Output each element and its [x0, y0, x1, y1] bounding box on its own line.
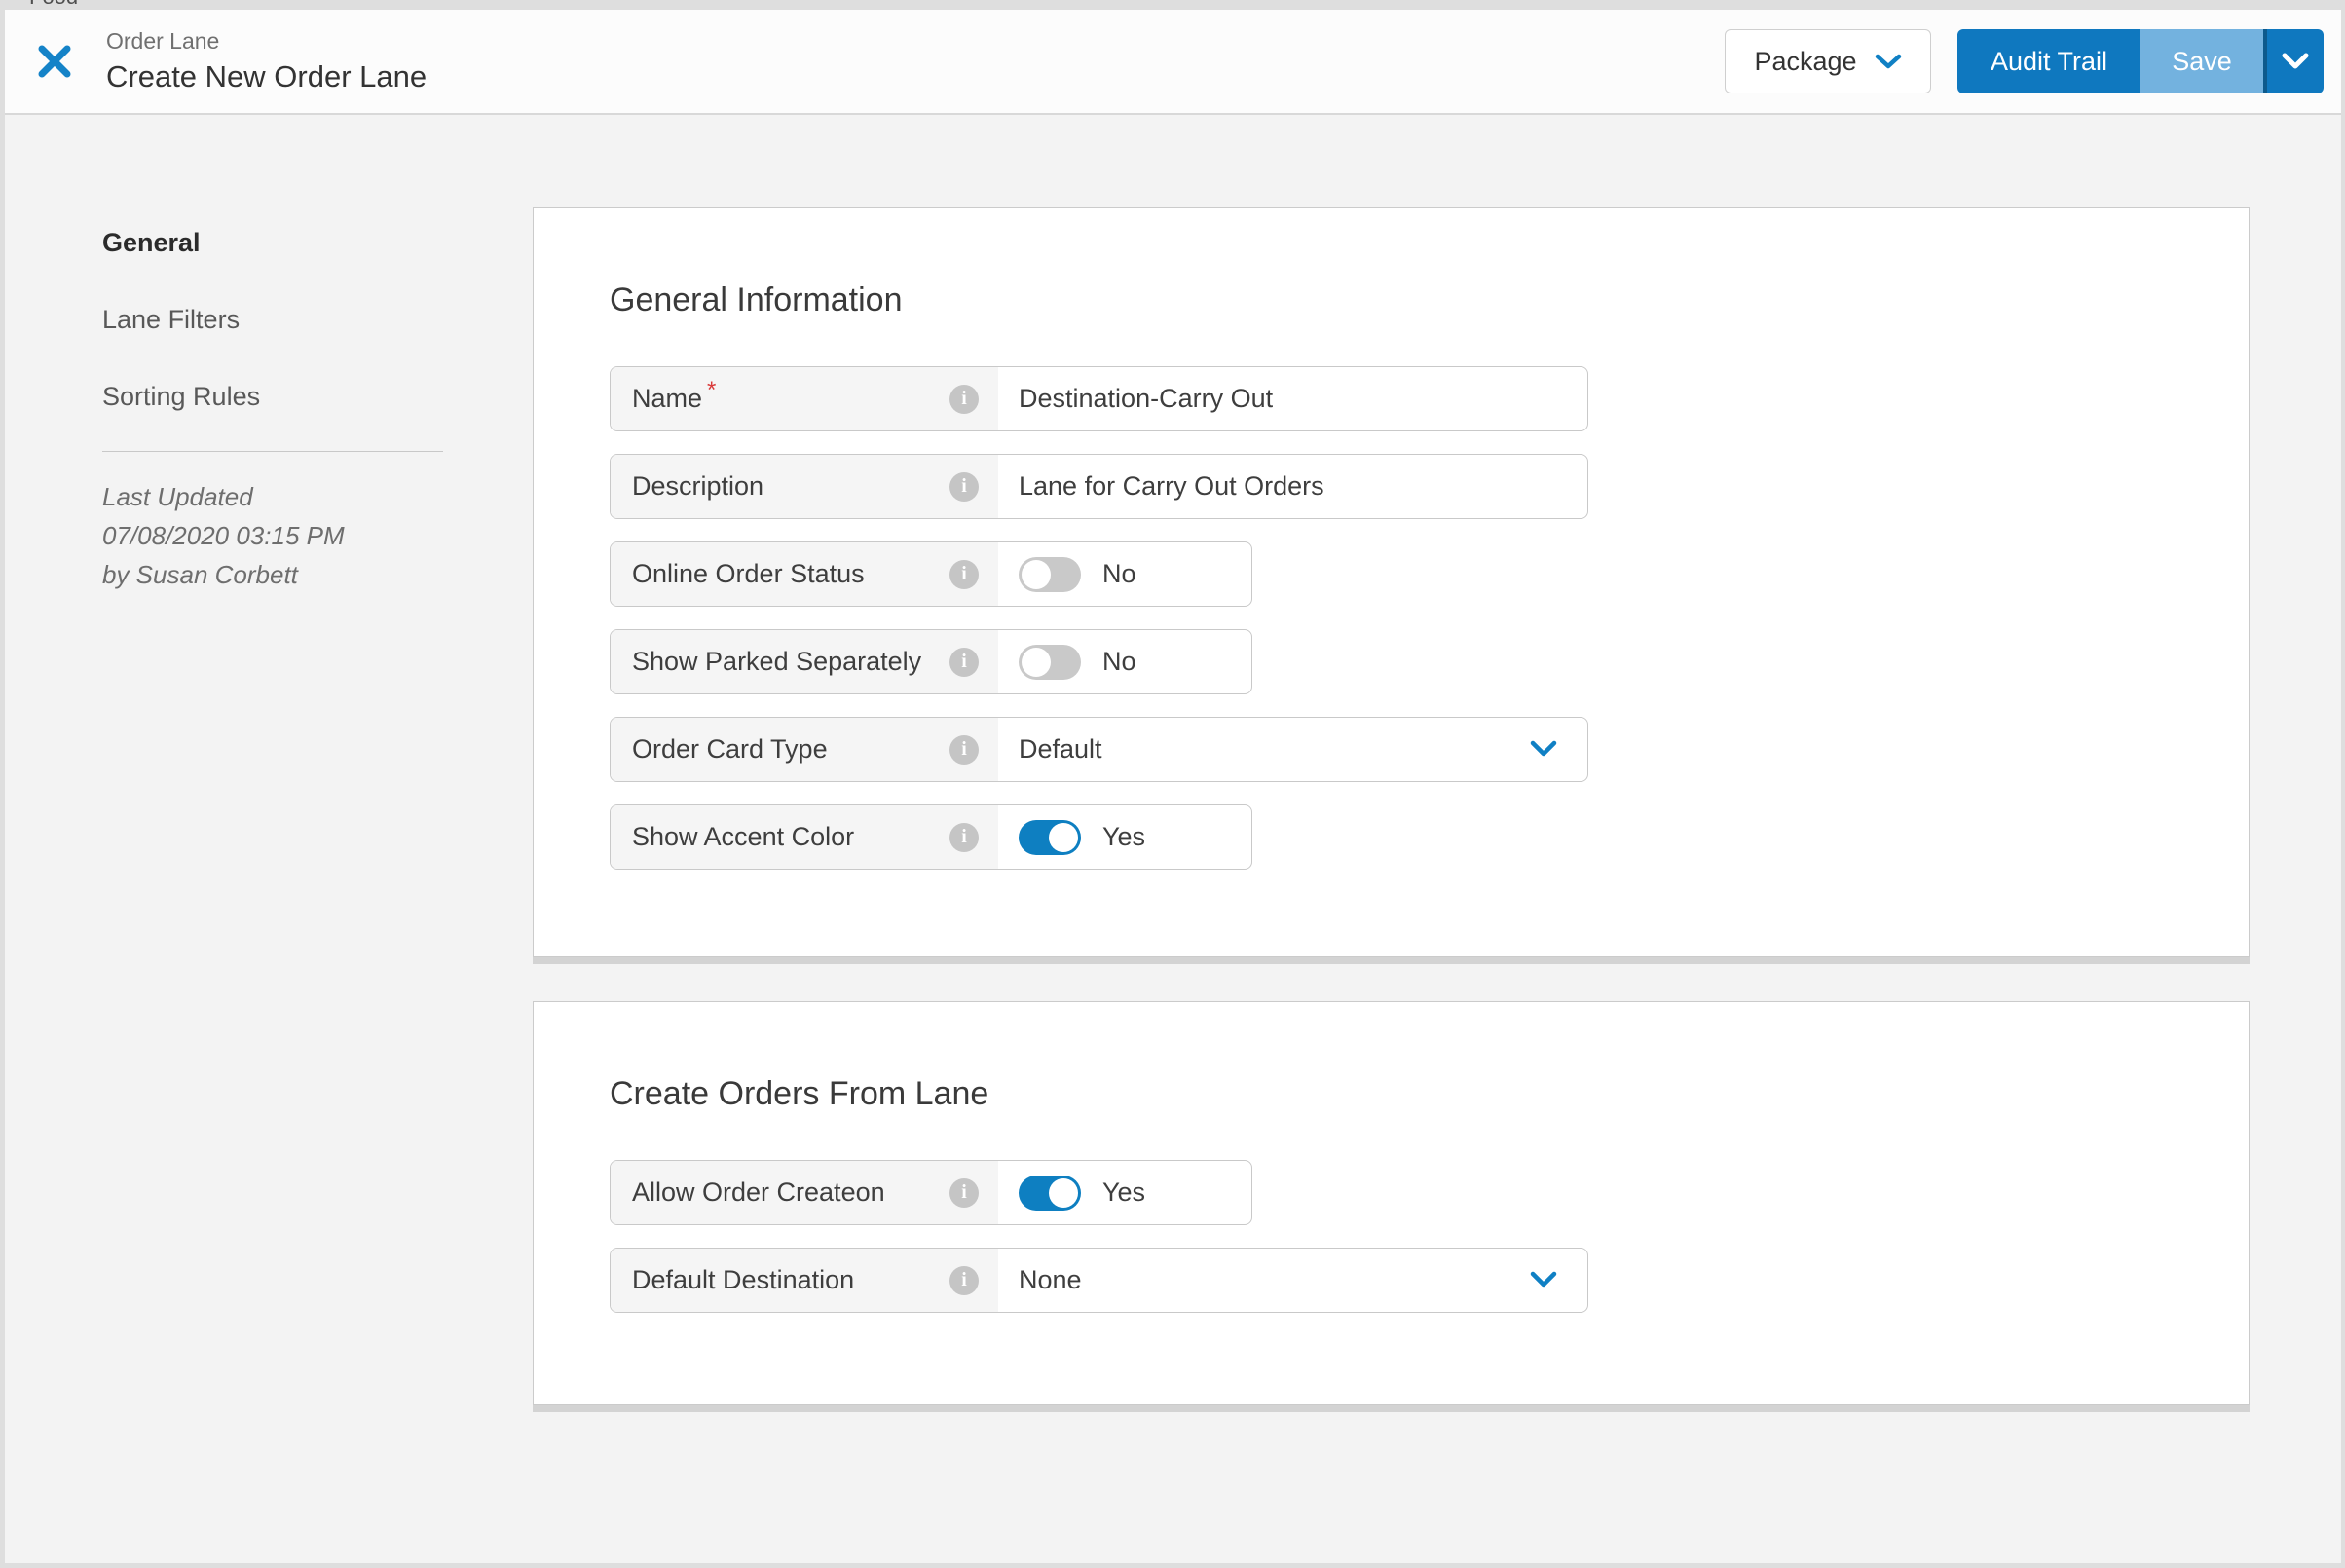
info-icon[interactable]: i [949, 1177, 979, 1208]
show-accent-color-toggle[interactable] [1019, 819, 1081, 855]
background-page-text-fragment: Food [29, 0, 146, 9]
title-block: Order Lane Create New Order Lane [106, 28, 427, 94]
last-updated-timestamp: 07/08/2020 03:15 PM [102, 521, 345, 550]
name-input[interactable] [1019, 384, 1565, 414]
toggle-state-label: No [1102, 559, 1136, 588]
field-row-default-destination: Default Destination i None [610, 1248, 1588, 1313]
audit-trail-button[interactable]: Audit Trail [1957, 29, 2140, 93]
package-dropdown-button[interactable]: Package [1725, 29, 1931, 93]
sidebar-item-sorting-rules[interactable]: Sorting Rules [102, 382, 443, 412]
toggle-knob [1049, 1177, 1078, 1208]
last-updated-author: by Susan Corbett [102, 560, 298, 589]
field-row-name: Name * i [610, 366, 1588, 431]
allow-order-createon-toggle[interactable] [1019, 1175, 1081, 1211]
field-row-allow-order-createon: Allow Order Createon i Yes [610, 1160, 1252, 1225]
last-updated-info: Last Updated 07/08/2020 03:15 PM by Susa… [102, 477, 443, 594]
last-updated-label: Last Updated [102, 482, 253, 511]
modal-body: General Lane Filters Sorting Rules Last … [5, 115, 2341, 1563]
sidebar: General Lane Filters Sorting Rules Last … [102, 228, 443, 594]
chevron-down-icon [1529, 734, 1558, 765]
create-orders-from-lane-card: Create Orders From Lane Allow Order Crea… [533, 1001, 2250, 1405]
field-row-description: Description i [610, 454, 1588, 519]
field-row-online-order-status: Online Order Status i No [610, 541, 1252, 607]
default-destination-select[interactable]: None [998, 1249, 1587, 1312]
field-label: Order Card Type [632, 734, 828, 764]
toggle-knob [1022, 559, 1051, 589]
save-button-group: Audit Trail Save [1957, 29, 2324, 93]
package-dropdown-label: Package [1754, 46, 1857, 76]
info-icon[interactable]: i [949, 384, 979, 414]
selected-value: Default [1019, 734, 1102, 764]
main-panel: General Information Name * i Destination… [533, 207, 2250, 1405]
save-options-caret-button[interactable] [2267, 29, 2324, 93]
sidebar-item-general[interactable]: General [102, 228, 443, 258]
field-label: Name [632, 384, 703, 413]
toggle-state-label: Yes [1102, 1177, 1146, 1207]
field-label: Description [632, 471, 764, 501]
close-icon[interactable] [34, 41, 75, 82]
field-rows: Name * i Description i [610, 366, 2173, 870]
save-button[interactable]: Save [2140, 29, 2263, 93]
header-actions: Package Audit Trail Save [1725, 29, 2341, 93]
info-icon[interactable]: i [949, 559, 979, 589]
online-order-status-toggle[interactable] [1019, 556, 1081, 592]
field-label: Allow Order Createon [632, 1177, 885, 1207]
sidebar-divider [102, 451, 443, 452]
section-title: Create Orders From Lane [610, 1075, 989, 1112]
field-rows: Allow Order Createon i Yes Default Desti… [610, 1160, 2173, 1313]
order-card-type-select[interactable]: Default [998, 718, 1587, 781]
chevron-down-icon [2281, 47, 2310, 77]
field-row-order-card-type: Order Card Type i Default [610, 717, 1588, 782]
modal-header: Order Lane Create New Order Lane Package… [5, 10, 2341, 115]
create-order-lane-modal: Order Lane Create New Order Lane Package… [5, 10, 2341, 1563]
toggle-state-label: No [1102, 647, 1136, 676]
chevron-down-icon [1875, 47, 1902, 77]
description-input[interactable] [1019, 471, 1565, 502]
field-label: Online Order Status [632, 559, 865, 588]
required-asterisk: * [707, 376, 717, 403]
info-icon[interactable]: i [949, 1265, 979, 1295]
field-label: Show Accent Color [632, 822, 855, 851]
info-icon[interactable]: i [949, 471, 979, 502]
info-icon[interactable]: i [949, 822, 979, 852]
section-title: General Information [610, 281, 903, 318]
toggle-knob [1022, 647, 1051, 677]
info-icon[interactable]: i [949, 647, 979, 677]
page-title: Create New Order Lane [106, 59, 428, 93]
field-row-show-accent-color: Show Accent Color i Yes [610, 804, 1252, 870]
sidebar-item-lane-filters[interactable]: Lane Filters [102, 305, 443, 335]
field-label: Default Destination [632, 1265, 855, 1294]
show-parked-separately-toggle[interactable] [1019, 644, 1081, 680]
chevron-down-icon [1529, 1265, 1558, 1295]
general-information-card: General Information Name * i Destination… [533, 207, 2250, 957]
field-row-show-parked-separately: Show Parked Separately i No [610, 629, 1252, 694]
breadcrumb: Order Lane [106, 28, 220, 54]
selected-value: None [1019, 1265, 1082, 1294]
info-icon[interactable]: i [949, 734, 979, 765]
toggle-knob [1049, 822, 1078, 852]
field-label: Show Parked Separately [632, 647, 922, 676]
toggle-state-label: Yes [1102, 822, 1146, 851]
